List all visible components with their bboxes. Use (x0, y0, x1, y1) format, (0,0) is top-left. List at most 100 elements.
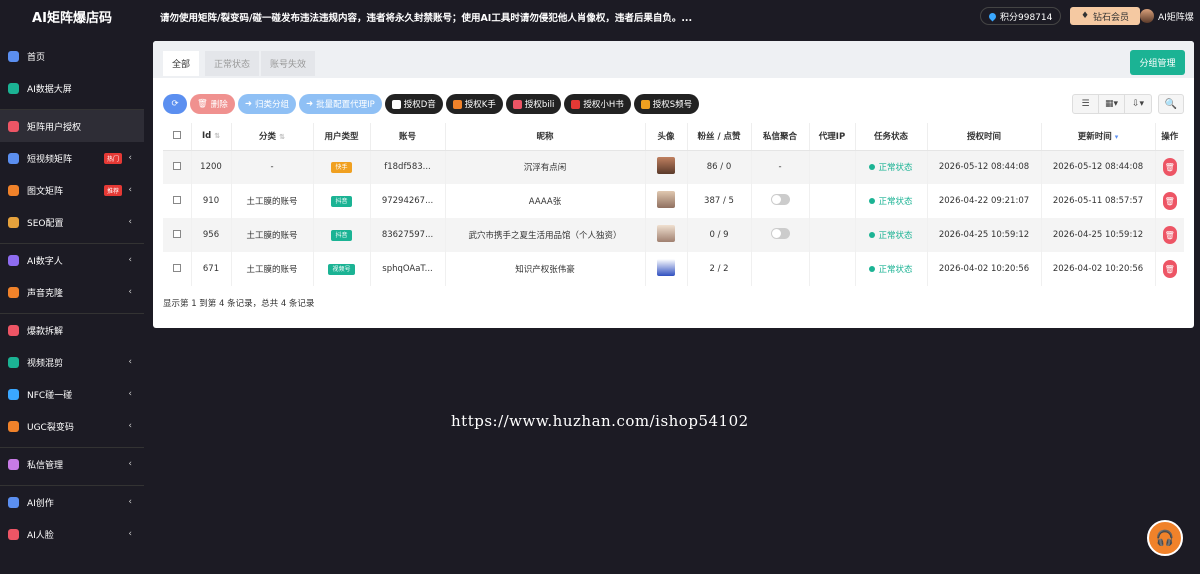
delete-row-button[interactable]: 🗑 (1162, 192, 1177, 210)
row-checkbox[interactable] (172, 229, 181, 238)
chevron-left-icon: ‹ (128, 389, 132, 399)
refresh-button[interactable]: ⟳ (163, 94, 187, 114)
column-header-id[interactable]: Id ⇅ (191, 123, 232, 151)
row-select[interactable] (163, 252, 192, 286)
xhs-icon (571, 99, 581, 109)
sidebar-item[interactable]: 声音克隆 ‹ (0, 276, 144, 308)
column-label: 更新时间 (1077, 132, 1112, 143)
table-row[interactable]: 671 土工膜的账号 视频号 sphqOAaT... 知识产权张伟豪 2 / 2 正常状态 2… (163, 252, 1184, 286)
user-type-badge: 视频号 (328, 264, 355, 275)
table-summary: 显示第 1 到第 4 条记录，总共 4 条记录 (163, 299, 315, 309)
sort-icon: ⇅ (279, 133, 285, 142)
points-badge[interactable]: 积分998714 (980, 7, 1062, 25)
trash-icon: 🗑 (1164, 196, 1175, 206)
column-header-proxy: 代理IP (809, 123, 856, 151)
list-view-icon[interactable]: ☰ (1073, 95, 1099, 113)
sidebar-item[interactable]: 视频混剪 ‹ (0, 346, 144, 378)
avatar (1140, 9, 1154, 23)
columns-icon[interactable]: ▦▾ (1099, 95, 1125, 113)
sidebar-item[interactable]: 图文矩阵 推荐 ‹ (0, 174, 144, 206)
cell-id: 910 (191, 184, 232, 218)
cell-nickname: 武穴市携手之夏生活用品馆（个人独资） (445, 218, 646, 252)
delete-row-button[interactable]: 🗑 (1162, 226, 1177, 244)
row-select[interactable] (163, 184, 192, 218)
tab-invalid[interactable]: 账号失效 (261, 51, 316, 76)
chevron-left-icon: ‹ (128, 217, 132, 227)
table-row[interactable]: 910 土工膜的账号 抖音 97294267... AAAA张 387 / 5 正常状态 20… (163, 184, 1184, 218)
dm-toggle[interactable] (770, 228, 790, 239)
arrow-right-icon: ➜ (305, 99, 314, 109)
cell-dm[interactable] (751, 218, 810, 252)
auth-xhs-button[interactable]: 授权小H书 (564, 94, 631, 114)
sidebar-item[interactable]: 首页 (0, 40, 144, 72)
cell-dm[interactable] (751, 184, 810, 218)
user-menu[interactable]: AI矩阵爆 (1140, 6, 1194, 26)
cell-actions[interactable]: 🗑 (1155, 252, 1184, 286)
cell-nickname: 沉浮有点闲 (445, 150, 646, 184)
chevron-left-icon: ‹ (128, 255, 132, 265)
table-row[interactable]: 956 土工膜的账号 抖音 83627597... 武穴市携手之夏生活用品馆（个人独资）… (163, 218, 1184, 252)
cell-type: 快手 (313, 150, 371, 184)
tab-bar: 全部 正常状态 账号失效 分组管理 (153, 41, 1194, 78)
select-all-header[interactable] (163, 123, 192, 151)
sidebar-item-label: 首页 (27, 52, 46, 63)
brand-logo[interactable]: AI矩阵爆店码 (0, 0, 144, 32)
tab-all[interactable]: 全部 (163, 51, 200, 76)
chevron-left-icon: ‹ (128, 357, 132, 367)
drop-icon (987, 11, 998, 21)
group-button[interactable]: ➜ 归类分组 (237, 94, 296, 114)
sidebar-item[interactable]: AI数据大屏 (0, 72, 144, 104)
seo-icon (8, 216, 19, 228)
sidebar-item[interactable]: AI人脸 ‹ (0, 518, 144, 550)
cell-id: 956 (191, 218, 232, 252)
column-header-update-time[interactable]: 更新时间 ▾ (1041, 123, 1156, 151)
row-select[interactable] (163, 150, 192, 184)
row-checkbox[interactable] (172, 161, 181, 170)
table-row[interactable]: 1200- 快手 f18df583... 沉浮有点闲 86 / 0- 正常状态 2026-0… (163, 150, 1184, 184)
auth-bili-button[interactable]: 授权bili (505, 94, 562, 114)
delete-row-button[interactable]: 🗑 (1162, 158, 1177, 177)
video-icon (8, 152, 19, 164)
row-checkbox[interactable] (172, 263, 181, 272)
row-select[interactable] (163, 218, 192, 252)
sidebar-item[interactable]: UGC裂变码 ‹ (0, 410, 144, 442)
sidebar-item[interactable]: SEO配置 ‹ (0, 206, 144, 238)
sidebar-item[interactable]: AI创作 ‹ (0, 486, 144, 518)
delete-button[interactable]: 🗑 删除 (190, 94, 235, 114)
sidebar-item-label: AI人脸 (27, 530, 54, 541)
sort-icon: ⇅ (214, 132, 221, 141)
cell-actions[interactable]: 🗑 (1155, 184, 1184, 218)
douyin-icon (391, 99, 401, 109)
auth-kuaishou-button[interactable]: 授权K手 (445, 94, 503, 114)
sidebar-item[interactable]: NFC碰一碰 ‹ (0, 378, 144, 410)
sidebar-item[interactable]: 爆款拆解 (0, 314, 144, 346)
cell-avatar (645, 184, 688, 218)
column-label: Id (201, 131, 212, 142)
vip-badge[interactable]: ♦ 钻石会员 (1070, 7, 1140, 25)
delete-label: 删除 (210, 100, 228, 110)
sidebar-item-label: 图文矩阵 (27, 186, 64, 197)
status-badge: 正常状态 (869, 195, 912, 207)
tab-normal[interactable]: 正常状态 (205, 51, 260, 76)
cell-actions[interactable]: 🗑 (1155, 150, 1184, 184)
proxy-button[interactable]: ➜ 批量配置代理IP (298, 94, 382, 114)
group-manage-button[interactable]: 分组管理 (1130, 50, 1185, 75)
sidebar-item[interactable]: 矩阵用户授权 (0, 110, 144, 142)
cell-type: 抖音 (313, 184, 371, 218)
export-icon[interactable]: ⇩▾ (1125, 95, 1151, 113)
cell-actions[interactable]: 🗑 (1155, 218, 1184, 252)
support-headset-icon[interactable]: 🎧 (1147, 520, 1183, 556)
delete-row-button[interactable]: 🗑 (1162, 260, 1177, 278)
auth-shipin-button[interactable]: 授权S频号 (633, 94, 700, 114)
sidebar-item[interactable]: AI数字人 ‹ (0, 244, 144, 276)
chevron-left-icon: ‹ (128, 185, 132, 195)
auth-douyin-button[interactable]: 授权D音 (384, 94, 443, 114)
cell-category: 土工膜的账号 (231, 184, 314, 218)
dm-toggle[interactable] (770, 194, 790, 205)
sidebar-item[interactable]: 私信管理 ‹ (0, 448, 144, 480)
row-checkbox[interactable] (172, 195, 181, 204)
sidebar-item[interactable]: 短视频矩阵 热门 ‹ (0, 142, 144, 174)
column-header-type: 用户类型 (313, 123, 371, 151)
search-icon[interactable]: 🔍 (1158, 94, 1184, 114)
select-all-checkbox[interactable] (172, 130, 181, 139)
